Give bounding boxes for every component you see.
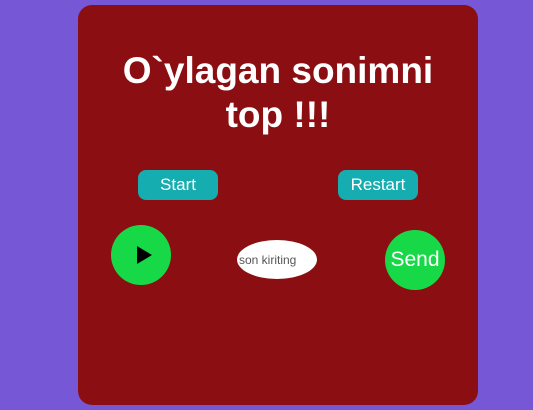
restart-button[interactable]: Restart bbox=[338, 170, 418, 200]
page-title: O`ylagan sonimni top !!! bbox=[78, 49, 478, 137]
play-icon bbox=[137, 246, 152, 264]
title-line-1: O`ylagan sonimni bbox=[122, 50, 434, 91]
title-line-2: top !!! bbox=[225, 94, 331, 135]
start-button[interactable]: Start bbox=[138, 170, 218, 200]
game-card: O`ylagan sonimni top !!! Start Restart S… bbox=[78, 5, 478, 405]
play-button[interactable] bbox=[111, 225, 171, 285]
send-button[interactable]: Send bbox=[385, 230, 445, 290]
number-input[interactable] bbox=[237, 240, 317, 279]
